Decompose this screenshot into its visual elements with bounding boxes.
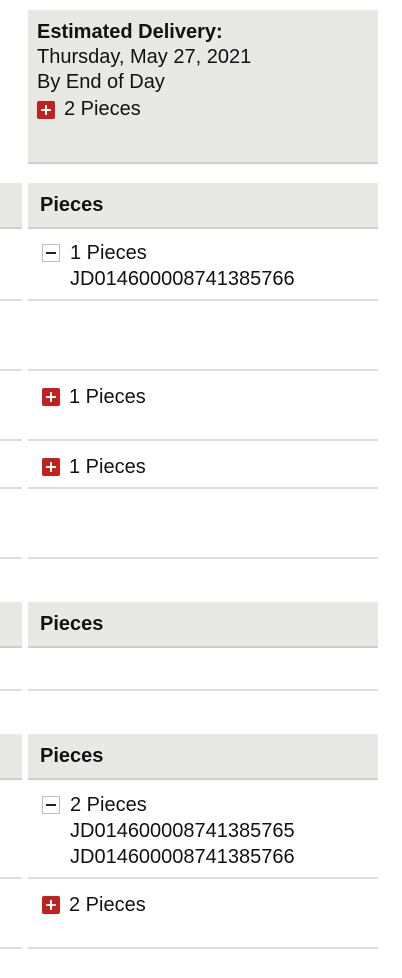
row-divider [0,557,22,559]
row-divider [0,689,22,691]
row-divider [28,487,378,489]
pieces-toggle[interactable]: 1 Pieces [42,454,146,480]
expand-plus-icon[interactable] [42,388,60,406]
pieces-count: 1 Pieces [69,456,146,478]
row-divider [0,439,22,441]
pieces-toggle[interactable]: 2 Pieces [42,892,146,918]
row-divider [28,299,378,301]
piece-row: 1 Pieces JD014600008741385766 [42,240,295,292]
estimated-delivery-title: Estimated Delivery: [37,21,223,43]
row-divider [28,439,378,441]
row-divider [28,557,378,559]
row-divider [28,947,378,949]
row-divider [28,369,378,371]
collapse-minus-icon[interactable] [42,796,60,814]
tracking-number[interactable]: JD014600008741385765 [42,818,295,844]
row-divider [28,689,378,691]
row-divider [0,299,22,301]
table-header-cell-left [0,183,22,229]
row-divider [0,487,22,489]
estimated-delivery-pieces-toggle[interactable]: 2 Pieces [37,97,378,122]
table-header-cell-left [0,734,22,780]
pieces-count: 1 Pieces [70,242,147,264]
tracking-number[interactable]: JD014600008741385766 [42,266,295,292]
estimated-delivery-pieces-label: 2 Pieces [64,98,141,120]
estimated-delivery-time: By End of Day [37,71,165,93]
estimated-delivery-date: Thursday, May 27, 2021 [37,46,252,68]
pieces-count: 1 Pieces [69,386,146,408]
expand-plus-icon[interactable] [37,100,55,119]
pieces-column-header: Pieces [28,183,378,229]
expand-plus-icon[interactable] [42,896,60,914]
piece-row: 1 Pieces [42,384,146,410]
tracking-number[interactable]: JD014600008741385766 [42,844,295,870]
row-divider [0,877,22,879]
row-divider [0,947,22,949]
row-divider [0,369,22,371]
piece-row: 2 Pieces [42,892,146,918]
pieces-count: 2 Pieces [69,894,146,916]
expand-plus-icon[interactable] [42,458,60,476]
table-header-cell-left [0,602,22,648]
collapse-minus-icon[interactable] [42,244,60,262]
estimated-delivery-panel: Estimated Delivery: Thursday, May 27, 20… [28,10,378,164]
row-divider [28,877,378,879]
pieces-toggle[interactable]: 1 Pieces [42,240,295,266]
pieces-toggle[interactable]: 2 Pieces [42,792,295,818]
pieces-column-header: Pieces [28,734,378,780]
pieces-column-header: Pieces [28,602,378,648]
pieces-toggle[interactable]: 1 Pieces [42,384,146,410]
pieces-count: 2 Pieces [70,794,147,816]
piece-row: 1 Pieces [42,454,146,480]
piece-row: 2 Pieces JD014600008741385765 JD01460000… [42,792,295,870]
